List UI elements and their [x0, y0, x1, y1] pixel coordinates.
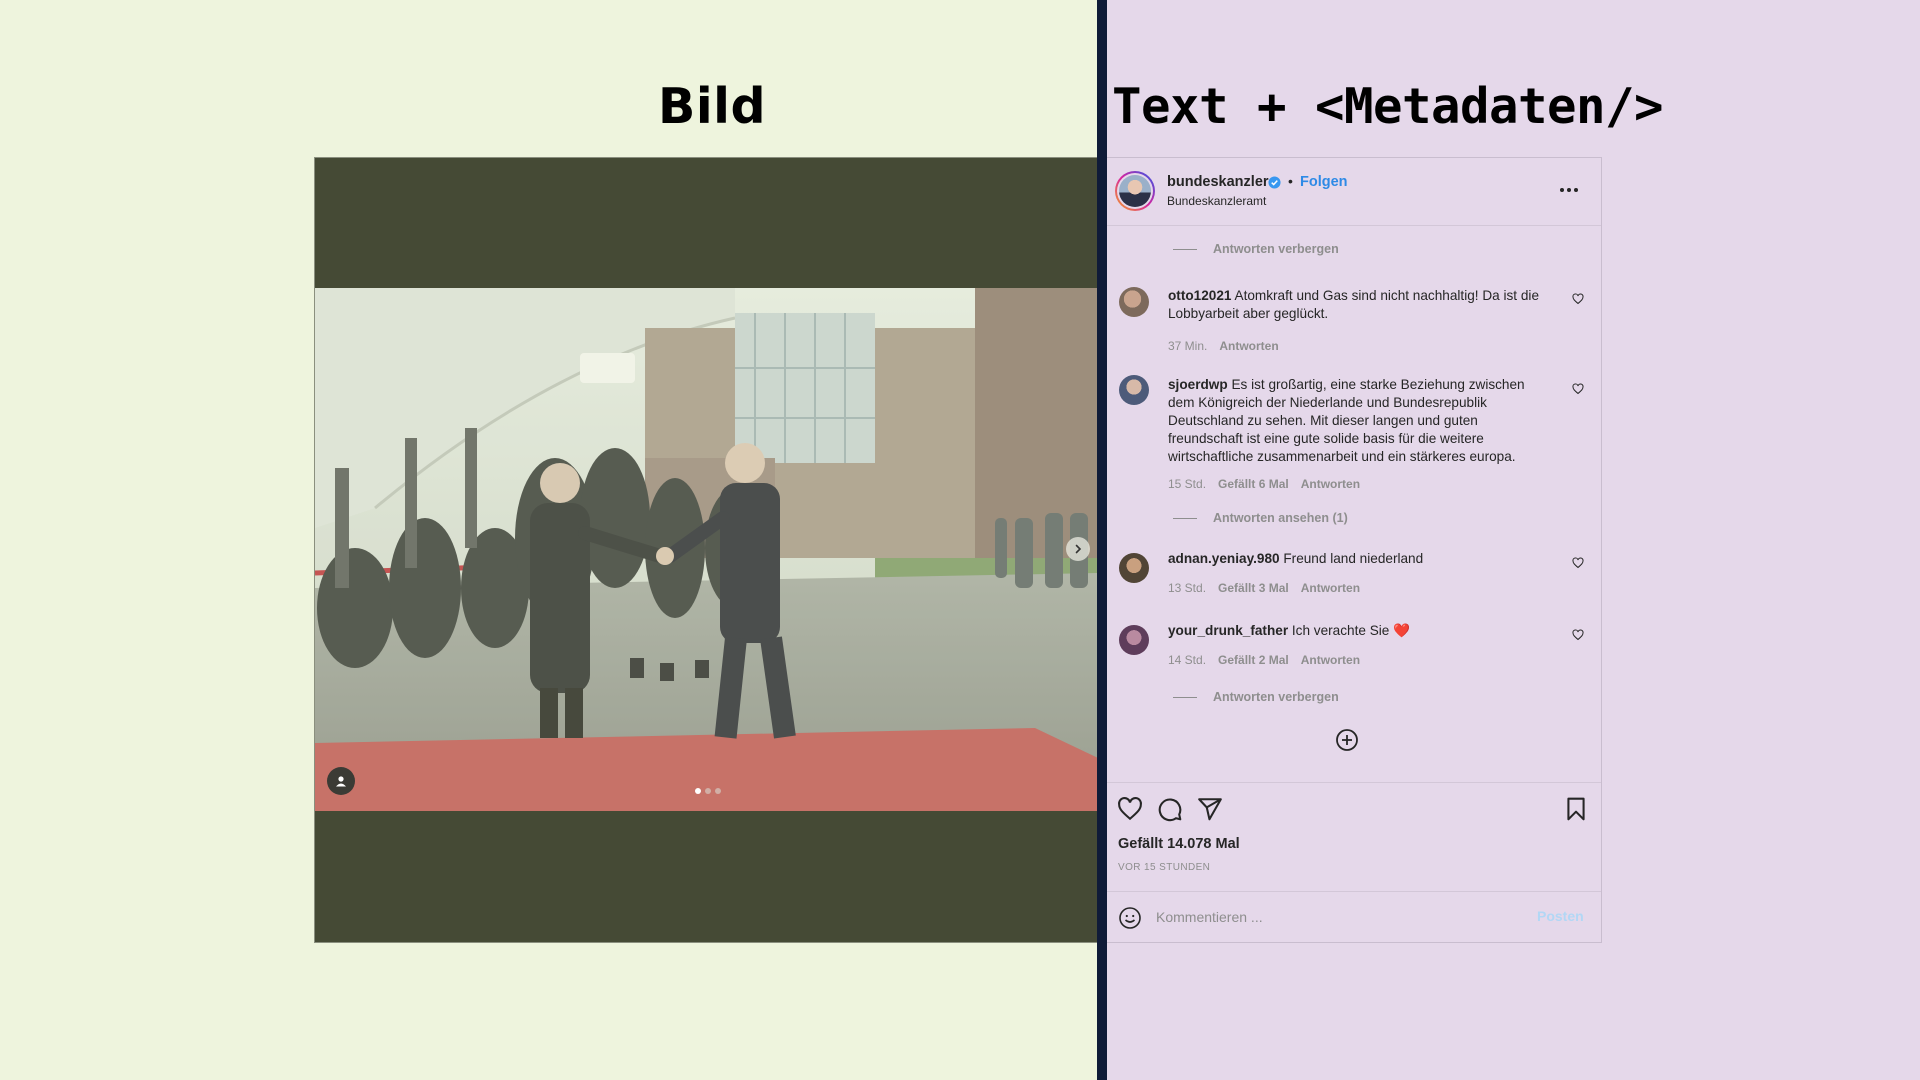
comment-input[interactable] [1156, 905, 1516, 929]
comment-username[interactable]: your_drunk_father [1168, 623, 1288, 638]
account-avatar[interactable] [1115, 171, 1155, 211]
heart-icon[interactable] [1572, 557, 1584, 569]
verified-badge-icon [1268, 176, 1281, 189]
more-options-button[interactable] [1560, 182, 1582, 198]
header-separator: • [1288, 173, 1293, 189]
heart-icon[interactable] [1572, 293, 1584, 305]
chevron-right-icon [1075, 544, 1082, 554]
image-viewer [314, 157, 1097, 943]
comment-username[interactable]: otto12021 [1168, 288, 1231, 303]
plus-circle-icon[interactable] [1335, 728, 1359, 752]
send-icon[interactable] [1197, 796, 1223, 822]
post-timestamp[interactable]: VOR 15 STUNDEN [1118, 862, 1210, 873]
comment-avatar[interactable] [1119, 625, 1149, 655]
comment-meta: 13 Std. Gefällt 3 Mal Antworten [1168, 581, 1360, 595]
comment-time[interactable]: 14 Std. [1168, 653, 1206, 667]
comment-text: otto12021 Atomkraft und Gas sind nicht n… [1168, 288, 1540, 321]
heart-icon[interactable] [1572, 383, 1584, 395]
account-location[interactable]: Bundeskanzleramt [1167, 194, 1266, 208]
carousel-dot[interactable] [715, 788, 721, 794]
user-tag-button[interactable] [327, 767, 355, 795]
person-icon [336, 776, 346, 787]
comment-text: adnan.yeniay.980 Freund land niederland [1168, 551, 1424, 566]
heart-icon[interactable] [1117, 796, 1143, 822]
post-photo [315, 288, 1097, 811]
account-username[interactable]: bundeskanzler [1167, 174, 1269, 190]
comment-icon[interactable] [1157, 796, 1183, 822]
comment-meta: 15 Std. Gefällt 6 Mal Antworten [1168, 477, 1360, 491]
carousel-indicator [695, 788, 721, 794]
view-replies-toggle[interactable]: Antworten ansehen (1) [1173, 511, 1348, 525]
comment-likes[interactable]: Gefällt 6 Mal [1218, 477, 1289, 491]
comment-text: sjoerdwp Es ist großartig, eine starke B… [1168, 377, 1525, 464]
comment-time[interactable]: 15 Std. [1168, 477, 1206, 491]
heart-icon[interactable] [1572, 629, 1584, 641]
comment-username[interactable]: sjoerdwp [1168, 377, 1228, 392]
reply-button[interactable]: Antworten [1301, 477, 1360, 491]
add-comment-bar: Posten [1107, 891, 1601, 943]
reply-button[interactable]: Antworten [1219, 339, 1278, 353]
comment-likes[interactable]: Gefällt 2 Mal [1218, 653, 1289, 667]
likes-count[interactable]: Gefällt 14.078 Mal [1118, 836, 1240, 852]
reply-button[interactable]: Antworten [1301, 653, 1360, 667]
next-image-button[interactable] [1066, 537, 1090, 561]
comment-meta: 37 Min. Antworten [1168, 339, 1279, 353]
carousel-dot[interactable] [695, 788, 701, 794]
comment-time[interactable]: 13 Std. [1168, 581, 1206, 595]
comment-avatar[interactable] [1119, 553, 1149, 583]
reply-button[interactable]: Antworten [1301, 581, 1360, 595]
more-horizontal-icon [1560, 188, 1564, 192]
right-panel-title: Text + <Metadaten/> [1112, 78, 1664, 135]
post-card: bundeskanzler • Folgen Bundeskanzleramt … [1107, 157, 1602, 943]
comment-username[interactable]: adnan.yeniay.980 [1168, 551, 1280, 566]
comment-time[interactable]: 37 Min. [1168, 339, 1207, 353]
carousel-dot[interactable] [705, 788, 711, 794]
post-comment-button[interactable]: Posten [1537, 908, 1584, 924]
actions-divider [1107, 782, 1601, 783]
comment-meta: 14 Std. Gefällt 2 Mal Antworten [1168, 653, 1360, 667]
panel-divider [1097, 0, 1107, 1080]
follow-button[interactable]: Folgen [1300, 174, 1348, 190]
comment-avatar[interactable] [1119, 375, 1149, 405]
comment-avatar[interactable] [1119, 287, 1149, 317]
emoji-icon[interactable] [1118, 906, 1142, 930]
comment-likes[interactable]: Gefällt 3 Mal [1218, 581, 1289, 595]
bookmark-icon[interactable] [1563, 796, 1589, 822]
comment-text: your_drunk_father Ich verachte Sie ❤️ [1168, 623, 1411, 638]
hide-replies-toggle[interactable]: Antworten verbergen [1173, 242, 1339, 256]
post-header: bundeskanzler • Folgen Bundeskanzleramt [1107, 158, 1601, 226]
left-panel-title: Bild [658, 78, 767, 135]
hide-replies-toggle[interactable]: Antworten verbergen [1173, 690, 1339, 704]
